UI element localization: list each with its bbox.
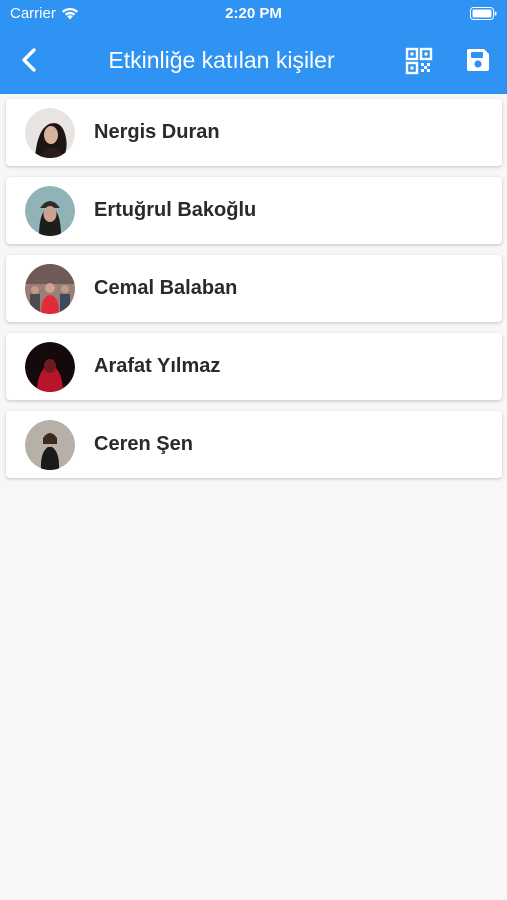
list-item[interactable]: Arafat Yılmaz	[6, 333, 502, 400]
save-icon[interactable]	[464, 46, 492, 74]
participant-name: Arafat Yılmaz	[94, 355, 221, 377]
participant-list: Nergis Duran Ertuğrul Bakoğlu Cemal Bala…	[6, 99, 502, 489]
list-item[interactable]: Ertuğrul Bakoğlu	[6, 177, 502, 244]
avatar	[25, 186, 75, 236]
participant-name: Ertuğrul Bakoğlu	[94, 199, 257, 221]
participant-name: Nergis Duran	[94, 121, 220, 143]
list-item[interactable]: Cemal Balaban	[6, 255, 502, 322]
chevron-left-icon	[22, 48, 36, 72]
status-time: 2:20 PM	[225, 5, 282, 22]
qr-code-icon[interactable]	[404, 46, 434, 76]
list-item[interactable]: Nergis Duran	[6, 99, 502, 166]
app-bar: Etkinliğe katılan kişiler	[0, 28, 507, 94]
avatar	[25, 108, 75, 158]
avatar	[25, 420, 75, 470]
status-bar: Carrier 2:20 PM	[0, 0, 507, 28]
header: Carrier 2:20 PM Etkinliğe katılan kişile…	[0, 0, 507, 94]
page-title: Etkinliğe katılan kişiler	[108, 47, 335, 73]
battery-icon	[470, 7, 497, 20]
participant-name: Cemal Balaban	[94, 277, 238, 299]
back-button[interactable]	[14, 44, 44, 76]
avatar	[25, 342, 75, 392]
list-item[interactable]: Ceren Şen	[6, 411, 502, 478]
avatar	[25, 264, 75, 314]
participant-name: Ceren Şen	[94, 433, 193, 455]
